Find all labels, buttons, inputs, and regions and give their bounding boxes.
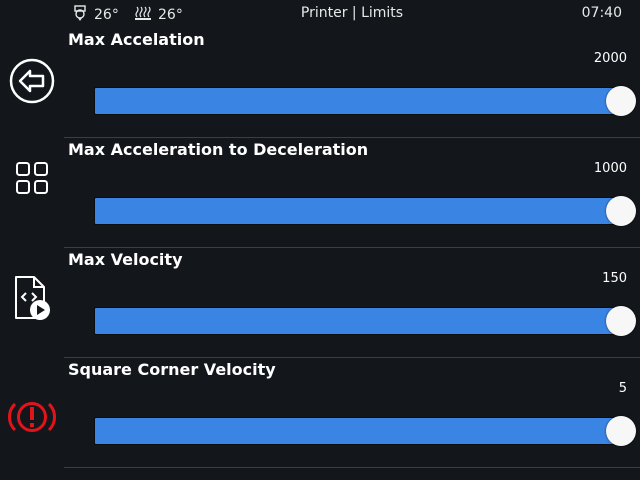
slider-handle[interactable]	[606, 196, 636, 226]
limit-value: 150	[602, 271, 627, 286]
max-velocity-slider[interactable]	[94, 306, 636, 336]
clock: 07:40	[581, 5, 622, 21]
limit-label: Max Accelation	[68, 30, 205, 49]
back-arrow-icon	[8, 57, 56, 109]
limit-label: Max Velocity	[68, 250, 183, 269]
limit-value: 5	[618, 381, 627, 396]
slider-fill	[95, 88, 623, 114]
gcode-file-play-icon	[12, 274, 52, 326]
print-files-button[interactable]	[0, 245, 64, 355]
grid-menu-icon	[14, 160, 50, 200]
slider-handle[interactable]	[606, 416, 636, 446]
page-title: Printer | Limits	[300, 5, 404, 21]
limit-row-square-corner-velocity: Square Corner Velocity 5	[64, 358, 640, 468]
slider-fill	[95, 198, 623, 224]
emergency-stop-button[interactable]	[0, 364, 64, 474]
limit-row-max-acceleration: Max Accelation 2000	[64, 28, 640, 138]
limit-row-max-accel-to-decel: Max Acceleration to Deceleration 1000	[64, 138, 640, 248]
limit-label: Max Acceleration to Deceleration	[68, 140, 369, 159]
limit-value: 2000	[593, 51, 627, 66]
sidebar	[0, 28, 64, 480]
slider-fill	[95, 308, 623, 334]
limit-row-max-velocity: Max Velocity 150	[64, 248, 640, 358]
max-acceleration-slider[interactable]	[94, 86, 636, 116]
slider-handle[interactable]	[606, 306, 636, 336]
back-button[interactable]	[0, 28, 64, 138]
limit-label: Square Corner Velocity	[68, 360, 276, 379]
main-menu-button[interactable]	[0, 125, 64, 235]
limits-list: Max Accelation 2000 Max Acceleration to …	[64, 28, 640, 468]
emergency-stop-icon	[7, 397, 57, 441]
slider-handle[interactable]	[606, 86, 636, 116]
limit-value: 1000	[593, 161, 627, 176]
slider-fill	[95, 418, 623, 444]
square-corner-velocity-slider[interactable]	[94, 416, 636, 446]
max-accel-to-decel-slider[interactable]	[94, 196, 636, 226]
top-status-bar: 26° 26° Printer | Limits 07:40	[0, 0, 640, 28]
